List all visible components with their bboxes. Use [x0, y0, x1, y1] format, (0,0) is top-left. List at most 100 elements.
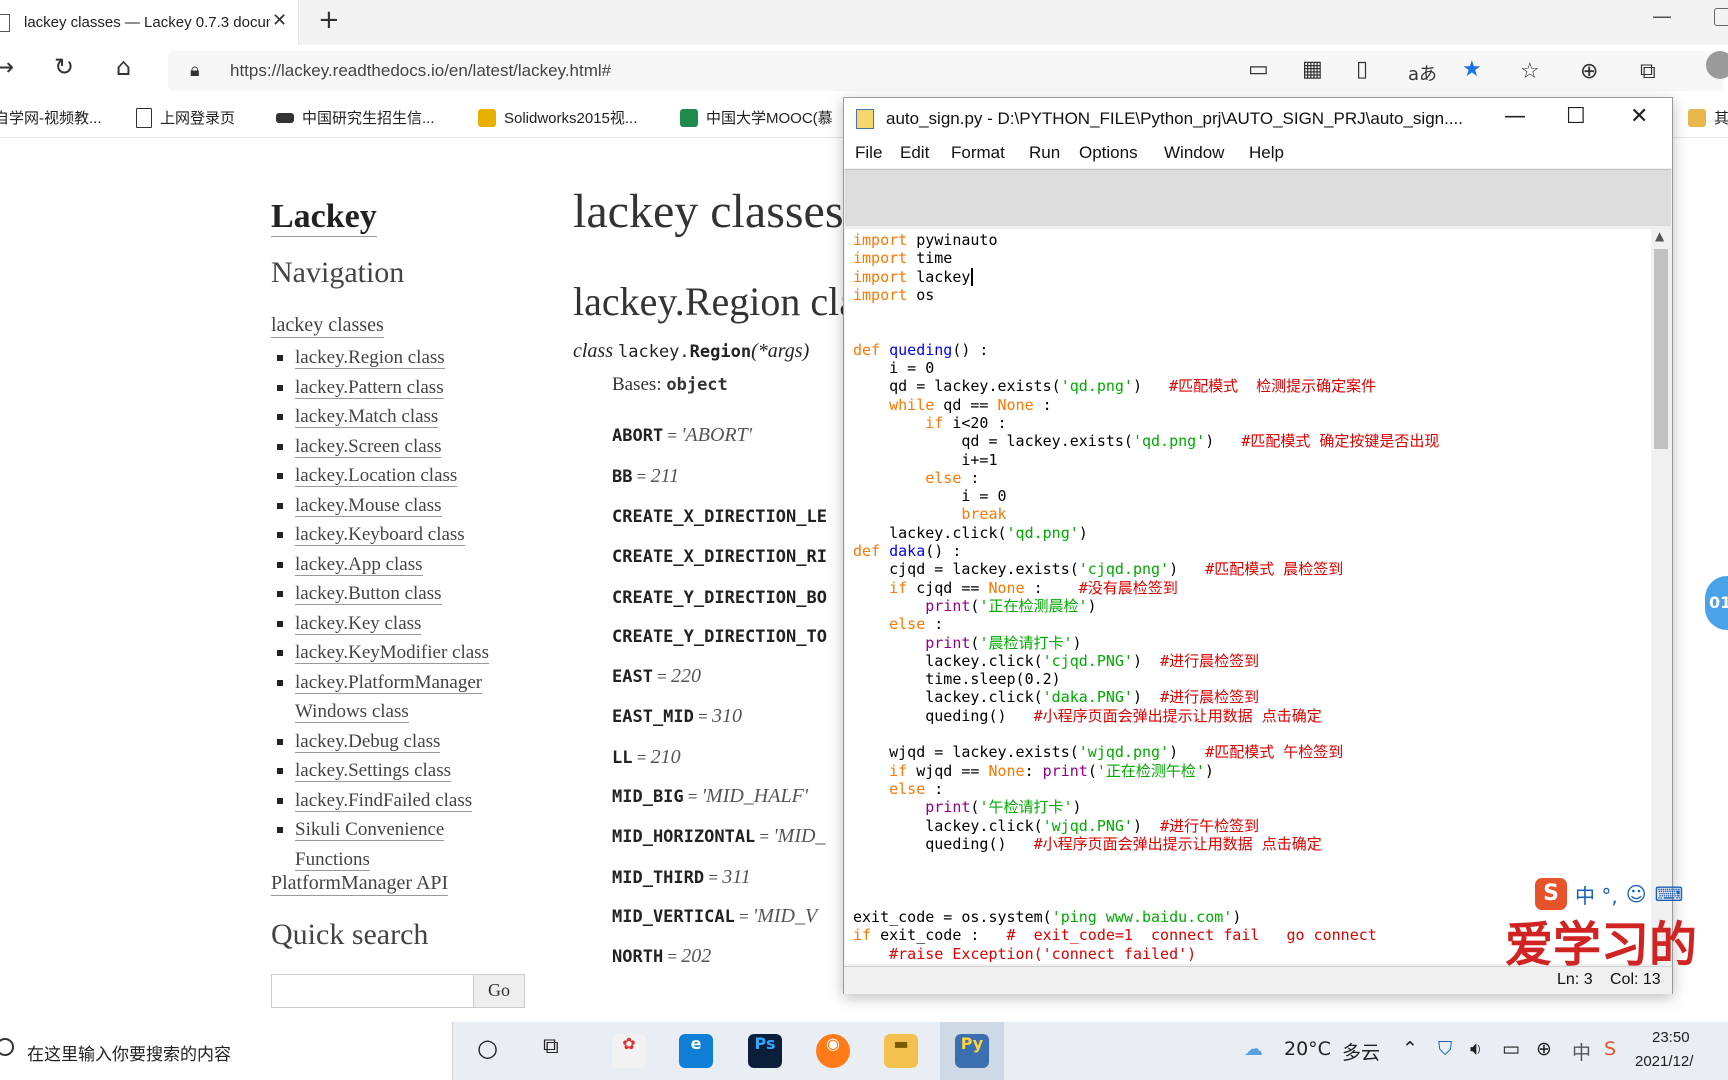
nav-link-item[interactable]: Sikuli Convenience [277, 815, 555, 845]
taskbar-search[interactable]: 在这里输入你要搜索的内容 [0, 1022, 453, 1080]
home-icon[interactable]: ⌂ [116, 53, 131, 81]
nav-link-item[interactable]: Windows class [295, 697, 555, 727]
scroll-thumb[interactable] [1654, 249, 1668, 449]
browser-tabstrip: lackey classes — Lackey 0.7.3 documentat… [0, 0, 1728, 45]
weather-temp[interactable]: 20°C [1284, 1038, 1331, 1060]
attribute-entry: EAST_MID = 310 [612, 705, 742, 727]
nav-link-item[interactable]: lackey.Match class [277, 402, 555, 432]
nav-link-item[interactable]: lackey.Screen class [277, 432, 555, 462]
taskbar-active-app[interactable]: Py [940, 1022, 1004, 1080]
nav-link-item[interactable]: lackey.Location class [277, 461, 555, 491]
nav-list: lackey.Region class lackey.Pattern class l… [277, 343, 555, 875]
nav-link-item[interactable]: lackey.KeyModifier class [277, 638, 555, 668]
minimize-icon[interactable]: — [1652, 4, 1672, 28]
scroll-up-icon[interactable]: ▲ [1655, 229, 1664, 243]
photoshop-icon[interactable]: Ps [748, 1034, 782, 1068]
python-idle-icon[interactable]: Py [955, 1034, 989, 1068]
weather-text[interactable]: 多云 [1342, 1038, 1380, 1065]
menu-window[interactable]: Window [1164, 143, 1224, 163]
extensions-icon[interactable]: ⧉ [1640, 59, 1656, 84]
menu-edit[interactable]: Edit [900, 143, 929, 163]
attribute-entry: NORTH = 202 [612, 945, 712, 967]
quick-search-input[interactable] [271, 974, 477, 1008]
nav-link-item[interactable]: Functions [295, 845, 555, 875]
code-context-panel [845, 169, 1671, 226]
collections-icon[interactable]: ⊕ [1580, 59, 1598, 84]
paint-app-icon[interactable]: ✿ [612, 1034, 646, 1068]
bookmark-item[interactable]: 中国研究生招生信... [276, 107, 435, 128]
battery-icon[interactable]: ▭ [1502, 1038, 1520, 1060]
keyboard-icon[interactable]: ⌨ [1655, 882, 1684, 906]
ime-indicator[interactable]: 中 [1572, 1038, 1591, 1065]
nav-link-item[interactable]: lackey.Button class [277, 579, 555, 609]
nav-link-item[interactable]: lackey.Settings class [277, 756, 555, 786]
source-code[interactable]: import pywinauto import time import lack… [853, 231, 1439, 963]
nav-link-item[interactable]: lackey.Region class [277, 343, 555, 373]
clock-time[interactable]: 23:50 [1652, 1029, 1690, 1046]
favorite-star-icon[interactable]: ★ [1462, 57, 1482, 82]
menu-file[interactable]: File [855, 143, 882, 163]
shield-icon[interactable]: ⛉ [1438, 1038, 1452, 1060]
nav-link-lackey-classes[interactable]: lackey classes [271, 314, 384, 338]
maximize-icon[interactable]: ☐ [1566, 104, 1586, 129]
browser-tab-active[interactable]: lackey classes — Lackey 0.7.3 documentat… [0, 0, 299, 45]
code-editor[interactable]: import pywinauto import time import lack… [845, 229, 1651, 964]
site-brand[interactable]: Lackey [271, 198, 377, 237]
profile-avatar[interactable] [1706, 51, 1728, 79]
emoji-icon[interactable]: ☺ [1626, 882, 1647, 906]
browser-toolbar: → ↻ ⌂ 🔒︎ https://lackey.readthedocs.io/e… [0, 45, 1728, 99]
bookmark-item[interactable]: 其 [1688, 107, 1728, 128]
cortana-icon[interactable]: ○ [477, 1034, 498, 1062]
close-icon[interactable]: ✕ [1630, 104, 1648, 129]
mooc-icon [680, 108, 698, 127]
graduation-cap-icon [276, 112, 294, 123]
minimize-icon[interactable]: — [1504, 104, 1526, 129]
clock-date[interactable]: 2021/12/ [1635, 1053, 1693, 1070]
nav-link-item[interactable]: lackey.Pattern class [277, 373, 555, 403]
attribute-entry: MID_VERTICAL = 'MID_V [612, 905, 818, 927]
edge-browser-icon[interactable]: e [679, 1034, 713, 1068]
menu-help[interactable]: Help [1249, 143, 1284, 163]
firefox-icon[interactable]: ◉ [816, 1034, 850, 1068]
sogou-tray-icon[interactable]: S [1604, 1038, 1616, 1060]
menu-options[interactable]: Options [1079, 143, 1138, 163]
nav-link-item[interactable]: lackey.Key class [277, 609, 555, 639]
idle-editor-window: auto_sign.py - D:\PYTHON_FILE\Python_prj… [843, 97, 1673, 994]
nav-link-item[interactable]: lackey.App class [277, 550, 555, 580]
restore-icon[interactable] [1714, 8, 1728, 26]
go-button[interactable]: Go [473, 974, 525, 1008]
forward-icon[interactable]: → [0, 53, 14, 81]
nav-link-item[interactable]: lackey.Keyboard class [277, 520, 555, 550]
bookmark-item[interactable]: 上网登录页 [136, 107, 235, 128]
app-available-icon[interactable]: ▭ [1248, 57, 1269, 82]
window-title: auto_sign.py - D:\PYTHON_FILE\Python_prj… [886, 109, 1463, 128]
menu-run[interactable]: Run [1029, 143, 1060, 163]
bookmark-item[interactable]: Solidworks2015视... [478, 107, 637, 128]
nav-link-item[interactable]: lackey.PlatformManager [277, 668, 555, 698]
nav-link-item[interactable]: lackey.FindFailed class [277, 786, 555, 816]
volume-icon[interactable]: 🔉︎ [1470, 1038, 1482, 1060]
search-icon [0, 1038, 14, 1056]
tab-close-icon[interactable]: ✕ [272, 10, 287, 31]
read-aloud-icon[interactable]: aあ [1408, 60, 1437, 86]
bookmark-item[interactable]: 中国大学MOOC(慕 [680, 107, 833, 128]
favorites-icon[interactable]: ☆ [1520, 59, 1540, 84]
qr-code-icon[interactable]: ▦ [1302, 57, 1323, 82]
task-view-icon[interactable]: ⧉ [543, 1034, 559, 1059]
page-icon [0, 13, 10, 32]
network-globe-icon[interactable]: ⊕ [1536, 1038, 1552, 1060]
file-explorer-icon[interactable]: ▬ [884, 1034, 918, 1068]
nav-link-item[interactable]: lackey.Mouse class [277, 491, 555, 521]
nav-link-platformmanager-api[interactable]: PlatformManager API [271, 872, 449, 896]
menu-format[interactable]: Format [951, 143, 1005, 163]
address-bar[interactable]: 🔒︎ https://lackey.readthedocs.io/en/late… [168, 51, 1723, 91]
editor-scrollbar[interactable]: ▲ [1651, 229, 1671, 964]
new-tab-button[interactable]: + [318, 5, 340, 35]
refresh-icon[interactable]: ↻ [54, 53, 74, 81]
reader-mode-icon[interactable]: ▯ [1356, 57, 1368, 82]
nav-link-item[interactable]: lackey.Debug class [277, 727, 555, 757]
attribute-entry: ABORT = 'ABORT' [612, 424, 753, 446]
bookmark-item[interactable]: 自学网-视频教... [0, 107, 102, 128]
chevron-up-icon[interactable]: ⌃ [1402, 1038, 1418, 1060]
weather-icon[interactable]: ☁ [1244, 1038, 1263, 1060]
